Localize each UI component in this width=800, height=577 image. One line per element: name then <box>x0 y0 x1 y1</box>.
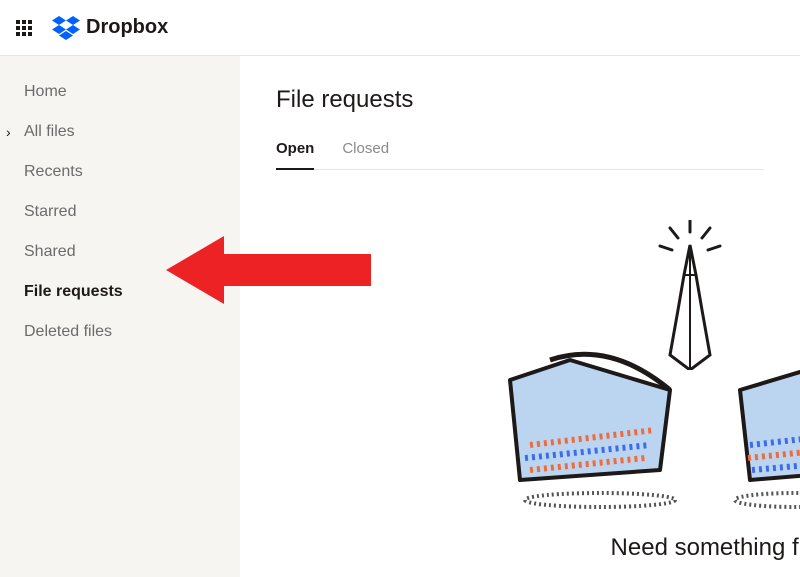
sidebar-item-home[interactable]: Home <box>0 72 240 112</box>
shadow-icon <box>730 490 800 510</box>
app-grid-icon[interactable] <box>16 20 32 36</box>
main: File requests Open Closed <box>240 56 800 577</box>
sidebar-item-label: Deleted files <box>24 323 112 341</box>
tab-label: Open <box>276 140 314 157</box>
hands-icon <box>650 220 730 370</box>
sidebar-item-starred[interactable]: Starred <box>0 192 240 232</box>
tab-open[interactable]: Open <box>276 140 314 169</box>
sidebar-item-label: All files <box>24 123 75 141</box>
sidebar: Home › All files Recents Starred Shared … <box>0 56 240 577</box>
logo-text: Dropbox <box>86 16 168 39</box>
sidebar-item-deleted-files[interactable]: Deleted files <box>0 312 240 352</box>
folder-left-icon <box>500 350 680 490</box>
sidebar-item-all-files[interactable]: › All files <box>0 112 240 152</box>
sidebar-item-label: Home <box>24 83 67 101</box>
shadow-icon <box>520 490 680 510</box>
sidebar-item-label: Starred <box>24 203 76 221</box>
chevron-right-icon[interactable]: › <box>6 124 11 140</box>
empty-state-illustration <box>500 230 800 510</box>
logo[interactable]: Dropbox <box>52 16 168 40</box>
sidebar-item-label: Recents <box>24 163 83 181</box>
layout: Home › All files Recents Starred Shared … <box>0 56 800 577</box>
empty-state-heading: Need something from <box>611 534 800 562</box>
header: Dropbox <box>0 0 800 56</box>
tabs: Open Closed <box>276 140 764 170</box>
sidebar-item-label: File requests <box>24 283 123 301</box>
tab-closed[interactable]: Closed <box>342 140 389 169</box>
folder-right-icon <box>730 350 800 490</box>
page-title: File requests <box>276 86 800 114</box>
annotation-arrow <box>166 230 376 315</box>
sidebar-item-label: Shared <box>24 243 76 261</box>
sidebar-item-recents[interactable]: Recents <box>0 152 240 192</box>
dropbox-icon <box>52 16 80 40</box>
tab-label: Closed <box>342 140 389 157</box>
empty-state: Need something from <box>276 170 800 550</box>
